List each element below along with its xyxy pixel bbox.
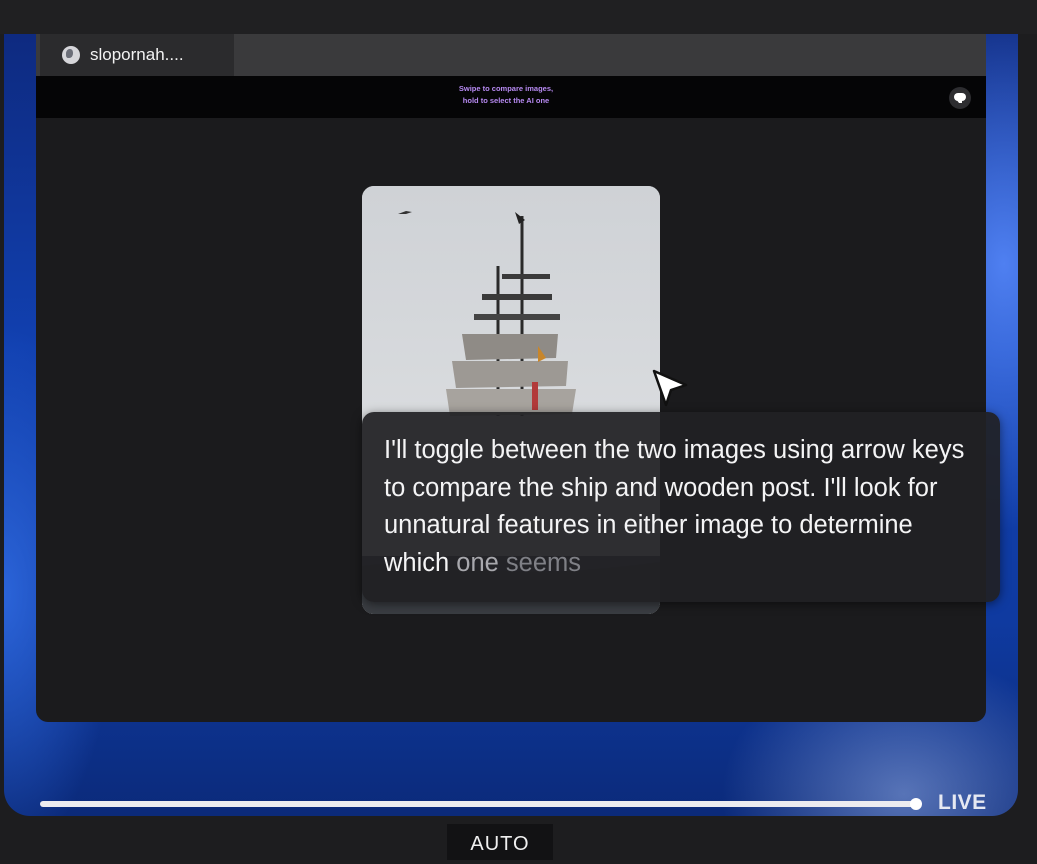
- progress-track[interactable]: [40, 801, 918, 807]
- banner-line-1: Swipe to compare images,: [458, 84, 554, 93]
- live-label[interactable]: LIVE: [938, 791, 987, 815]
- quality-auto-button[interactable]: AUTO: [447, 824, 553, 860]
- tooltip-text-faded: seems: [505, 548, 582, 577]
- tab-title: slopornah....: [90, 45, 184, 64]
- banner-line-2: hold to select the AI one: [462, 96, 550, 105]
- progress-knob[interactable]: [910, 798, 922, 810]
- tab-strip: slopornah....: [36, 34, 986, 76]
- cursor-arrow-icon: [652, 369, 688, 407]
- browser-tab[interactable]: slopornah....: [40, 34, 234, 76]
- top-bar: [0, 0, 1037, 34]
- browser-window: slopornah.... Swipe to compare images, h…: [36, 34, 986, 722]
- agent-thought-tooltip: I'll toggle between the two images using…: [362, 412, 1000, 602]
- tooltip-text-fading: one: [456, 548, 506, 577]
- globe-icon: [62, 46, 80, 64]
- tooltip-text: I'll toggle between the two images using…: [384, 432, 978, 582]
- chat-bubble-icon[interactable]: [949, 87, 971, 109]
- instruction-banner: Swipe to compare images, hold to select …: [36, 76, 986, 118]
- banner-text: Swipe to compare images, hold to select …: [406, 83, 606, 107]
